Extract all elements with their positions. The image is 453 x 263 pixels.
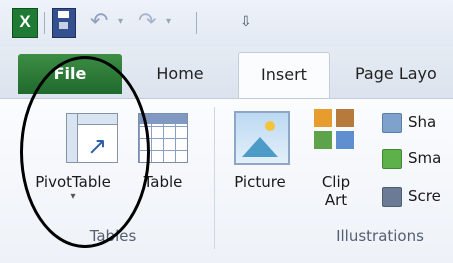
- clip-art-icon: [314, 109, 358, 151]
- undo-dropdown-icon[interactable]: ▾: [118, 8, 123, 36]
- smartart-button[interactable]: Sma: [382, 145, 441, 171]
- picture-icon: [234, 111, 290, 165]
- table-icon: [138, 113, 188, 163]
- tab-page-layout[interactable]: Page Layo: [355, 52, 453, 96]
- toolbar-divider: [196, 12, 197, 34]
- insert-ribbon: ↗ PivotTable ▾ Table Tables Picture Clip…: [0, 98, 453, 263]
- toolbar-divider: [44, 12, 45, 34]
- group-label-illustrations: Illustrations: [336, 227, 424, 245]
- clip-art-label-line1: Clip: [321, 173, 351, 191]
- clip-art-button[interactable]: Clip Art: [306, 99, 366, 225]
- pivottable-dropdown-icon[interactable]: ▾: [18, 191, 128, 202]
- clip-art-label-line2: Art: [324, 191, 348, 209]
- redo-icon[interactable]: ↷: [138, 8, 164, 36]
- screenshot-button[interactable]: Scre: [382, 183, 441, 209]
- picture-button[interactable]: Picture: [222, 99, 298, 225]
- shapes-button[interactable]: Sha: [382, 109, 436, 135]
- redo-dropdown-icon[interactable]: ▾: [166, 8, 171, 36]
- table-button[interactable]: Table: [128, 99, 198, 225]
- quick-access-toolbar: X ↶ ▾ ↷ ▾ ⇩: [0, 0, 453, 46]
- undo-icon[interactable]: ↶: [90, 8, 116, 36]
- screenshot-icon: [382, 186, 402, 207]
- tab-insert[interactable]: Insert: [238, 52, 330, 99]
- group-label-tables: Tables: [89, 227, 137, 245]
- shapes-label: Sha: [408, 113, 437, 131]
- group-divider: [214, 107, 215, 249]
- shapes-icon: [382, 112, 402, 133]
- customize-toolbar-icon[interactable]: ⇩: [240, 8, 258, 36]
- ribbon-tab-bar: File Home Insert Page Layo: [0, 46, 453, 99]
- tab-file[interactable]: File: [18, 54, 122, 94]
- save-icon[interactable]: [52, 8, 76, 38]
- screenshot-label: Scre: [408, 187, 441, 205]
- picture-label: Picture: [234, 173, 286, 191]
- smartart-icon: [382, 148, 402, 169]
- pivottable-icon: ↗: [66, 113, 118, 163]
- pivottable-button[interactable]: ↗ PivotTable ▾: [18, 99, 128, 225]
- pivottable-label: PivotTable: [35, 173, 111, 191]
- tab-home[interactable]: Home: [140, 52, 220, 96]
- smartart-label: Sma: [408, 149, 442, 167]
- excel-app-icon[interactable]: X: [12, 8, 38, 38]
- table-label: Table: [143, 173, 183, 191]
